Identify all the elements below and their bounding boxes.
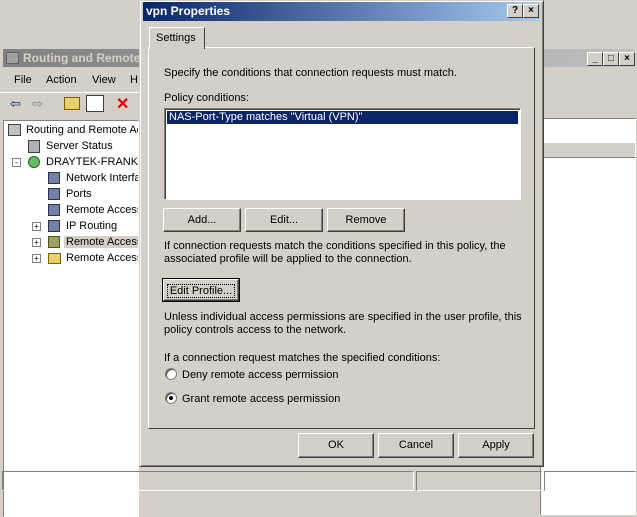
tree-item-remote-access-logging[interactable]: Remote Access [66,252,138,264]
status-pane-1 [2,471,414,491]
tab-settings[interactable]: Settings [149,27,205,49]
status-pane-3 [544,471,636,491]
policies-icon [48,236,60,248]
policy-conditions-label: Policy conditions: [164,92,249,104]
mmc-menu-bar: File Action View H [10,74,140,88]
apply-button[interactable]: Apply [458,433,534,458]
access-text-line-1: Unless individual access permissions are… [164,311,522,323]
tree-item-server-status[interactable]: Server Status [46,140,113,152]
edit-button[interactable]: Edit... [245,208,323,232]
folder-icon [48,253,61,264]
expand-minus-icon[interactable]: - [12,158,21,167]
match-text: If a connection request matches the spec… [164,352,441,364]
dialog-title: vpn Properties [146,4,231,18]
tree-item-ip-routing[interactable]: IP Routing [66,220,117,232]
grant-radio[interactable] [165,392,177,404]
clients-icon [48,204,60,216]
add-button[interactable]: Add... [163,208,241,232]
tree-item-network-interfaces[interactable]: Network Interfa [66,172,138,184]
menu-file[interactable]: File [14,74,32,86]
server-status-icon [28,156,40,168]
details-header [541,143,635,158]
edit-profile-button[interactable]: Edit Profile... [162,278,240,302]
tree-item-remote-access-policies[interactable]: Remote Access [64,236,138,248]
menu-view[interactable]: View [92,74,116,86]
mmc-toolbar: ⇦ ⇨ ✕ [0,92,140,115]
vpn-properties-dialog: vpn Properties ? × Settings Specify the … [139,0,544,467]
forward-arrow-icon[interactable]: ⇨ [32,96,43,112]
server-icon [28,140,40,153]
deny-label[interactable]: Deny remote access permission [182,369,339,381]
tree-item-root[interactable]: Routing and Remote Ac [26,124,138,136]
minimize-button[interactable]: _ [587,52,603,66]
tab-settings-label: Settings [156,32,196,44]
dialog-title-bar[interactable]: vpn Properties ? × [143,2,540,21]
help-button[interactable]: ? [507,4,523,18]
menu-help[interactable]: H [130,74,138,86]
details-pane[interactable] [540,118,636,515]
ok-button[interactable]: OK [298,433,374,458]
network-icon [48,172,60,184]
menu-action[interactable]: Action [46,74,77,86]
tree-item-remote-access-clients[interactable]: Remote Access [66,204,138,216]
status-pane-2 [416,471,542,491]
ip-routing-icon [48,220,60,232]
back-arrow-icon[interactable]: ⇦ [10,96,21,112]
maximize-button[interactable]: □ [603,52,619,66]
console-tree[interactable]: Routing and Remote Ac Server Status DRAY… [3,120,139,517]
up-folder-icon[interactable] [64,97,80,110]
ports-icon [48,188,60,200]
expand-plus-icon[interactable]: + [32,238,41,247]
mmc-title: Routing and Remote [23,51,141,65]
access-text-line-2: policy controls access to the network. [164,324,347,336]
deny-radio[interactable] [165,368,177,380]
cancel-button[interactable]: Cancel [378,433,454,458]
intro-text: Specify the conditions that connection r… [164,67,457,79]
tree-item-ports[interactable]: Ports [66,188,92,200]
policy-conditions-list[interactable]: NAS-Port-Type matches "Virtual (VPN)" [164,108,521,200]
status-bar [0,471,637,491]
show-tree-icon[interactable] [86,95,104,112]
close-button[interactable]: × [619,52,635,66]
expand-plus-icon[interactable]: + [32,254,41,263]
delete-icon[interactable]: ✕ [116,94,129,114]
profile-text-line-1: If connection requests match the conditi… [164,240,506,252]
grant-label[interactable]: Grant remote access permission [182,393,340,405]
condition-item[interactable]: NAS-Port-Type matches "Virtual (VPN)" [167,111,518,124]
expand-plus-icon[interactable]: + [32,222,41,231]
remove-button[interactable]: Remove [327,208,405,232]
mmc-app-icon [6,52,19,64]
profile-text-line-2: associated profile will be applied to th… [164,253,412,265]
radio-selected-dot [169,396,173,400]
routing-icon [8,124,21,136]
close-button[interactable]: × [523,4,539,18]
tree-item-server[interactable]: DRAYTEK-FRANK11 [46,156,138,168]
